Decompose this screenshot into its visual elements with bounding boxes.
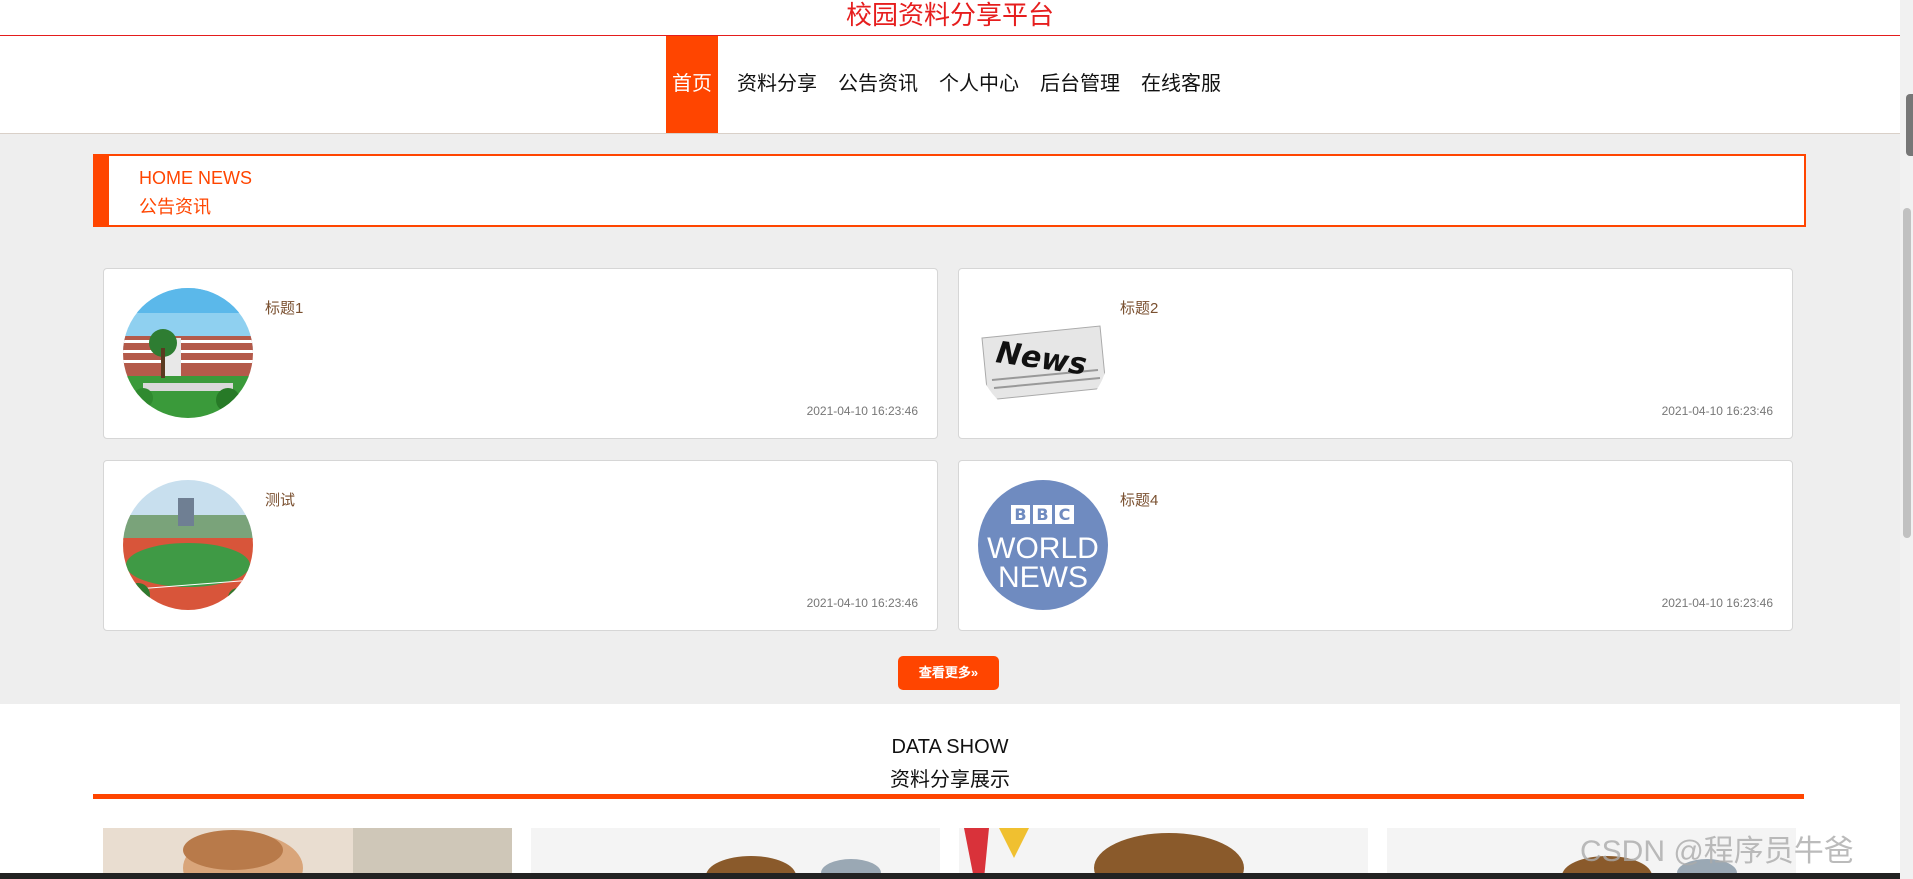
svg-text:NEWS: NEWS bbox=[998, 561, 1088, 594]
news-card[interactable]: 标题1 2021-04-10 16:23:46 bbox=[103, 268, 938, 439]
taskbar-strip bbox=[0, 873, 1913, 879]
nav-item-home[interactable]: 首页 bbox=[666, 36, 718, 133]
news-section: HOME NEWS 公告资讯 标题1 2021-04-10 16:23:46 N… bbox=[0, 134, 1900, 704]
news-card[interactable]: News 标题2 2021-04-10 16:23:46 bbox=[958, 268, 1793, 439]
campus-building-image bbox=[123, 288, 253, 418]
site-title: 校园资料分享平台 bbox=[845, 0, 1054, 30]
resource-thumbnail[interactable] bbox=[531, 828, 940, 879]
news-section-header: HOME NEWS 公告资讯 bbox=[93, 154, 1806, 227]
nav-item-personal-center[interactable]: 个人中心 bbox=[934, 36, 1024, 133]
news-card-time: 2021-04-10 16:23:46 bbox=[806, 404, 918, 418]
data-show-heading-en: DATA SHOW bbox=[891, 736, 1009, 758]
sports-field-image bbox=[123, 480, 253, 610]
news-card-title: 标题2 bbox=[1120, 300, 1159, 317]
newspaper-news-image: News bbox=[978, 288, 1108, 418]
news-card-title: 测试 bbox=[265, 492, 296, 509]
header-accent-bar bbox=[95, 156, 109, 225]
news-card-time: 2021-04-10 16:23:46 bbox=[1661, 404, 1773, 418]
csdn-watermark: CSDN @程序员牛爸 bbox=[1580, 835, 1854, 868]
news-card-time: 2021-04-10 16:23:46 bbox=[1661, 596, 1773, 610]
view-more-button[interactable]: 查看更多» bbox=[898, 656, 999, 690]
news-heading-en: HOME NEWS bbox=[139, 168, 253, 188]
svg-text:B: B bbox=[1036, 505, 1048, 524]
news-heading-cn: 公告资讯 bbox=[139, 197, 211, 217]
news-card[interactable]: 测试 2021-04-10 16:23:46 bbox=[103, 460, 938, 631]
data-show-heading-cn: 资料分享展示 bbox=[890, 769, 1010, 791]
bbc-world-news-logo: B B C WORLD NEWS bbox=[978, 480, 1108, 610]
nav-item-online-service[interactable]: 在线客服 bbox=[1136, 36, 1226, 133]
news-card-title: 标题1 bbox=[265, 300, 304, 317]
nav-item-resource-share[interactable]: 资料分享 bbox=[732, 36, 822, 133]
svg-text:B: B bbox=[1014, 505, 1026, 524]
data-show-divider bbox=[93, 794, 1804, 799]
news-card[interactable]: B B C WORLD NEWS 标题4 2021-04-10 16:23:46 bbox=[958, 460, 1793, 631]
news-card-title: 标题4 bbox=[1120, 492, 1159, 509]
resource-thumbnail[interactable] bbox=[959, 828, 1368, 879]
svg-text:C: C bbox=[1059, 505, 1071, 524]
nav-item-admin[interactable]: 后台管理 bbox=[1035, 36, 1125, 133]
nav-item-announcements[interactable]: 公告资讯 bbox=[833, 36, 923, 133]
side-panel-tab[interactable] bbox=[1906, 94, 1913, 156]
news-card-time: 2021-04-10 16:23:46 bbox=[806, 596, 918, 610]
main-navbar: 首页 资料分享 公告资讯 个人中心 后台管理 在线客服 bbox=[0, 36, 1900, 134]
scrollbar-thumb[interactable] bbox=[1903, 208, 1911, 538]
nav-menu: 首页 资料分享 公告资讯 个人中心 后台管理 在线客服 bbox=[666, 36, 1237, 133]
resource-thumbnail[interactable] bbox=[103, 828, 512, 879]
